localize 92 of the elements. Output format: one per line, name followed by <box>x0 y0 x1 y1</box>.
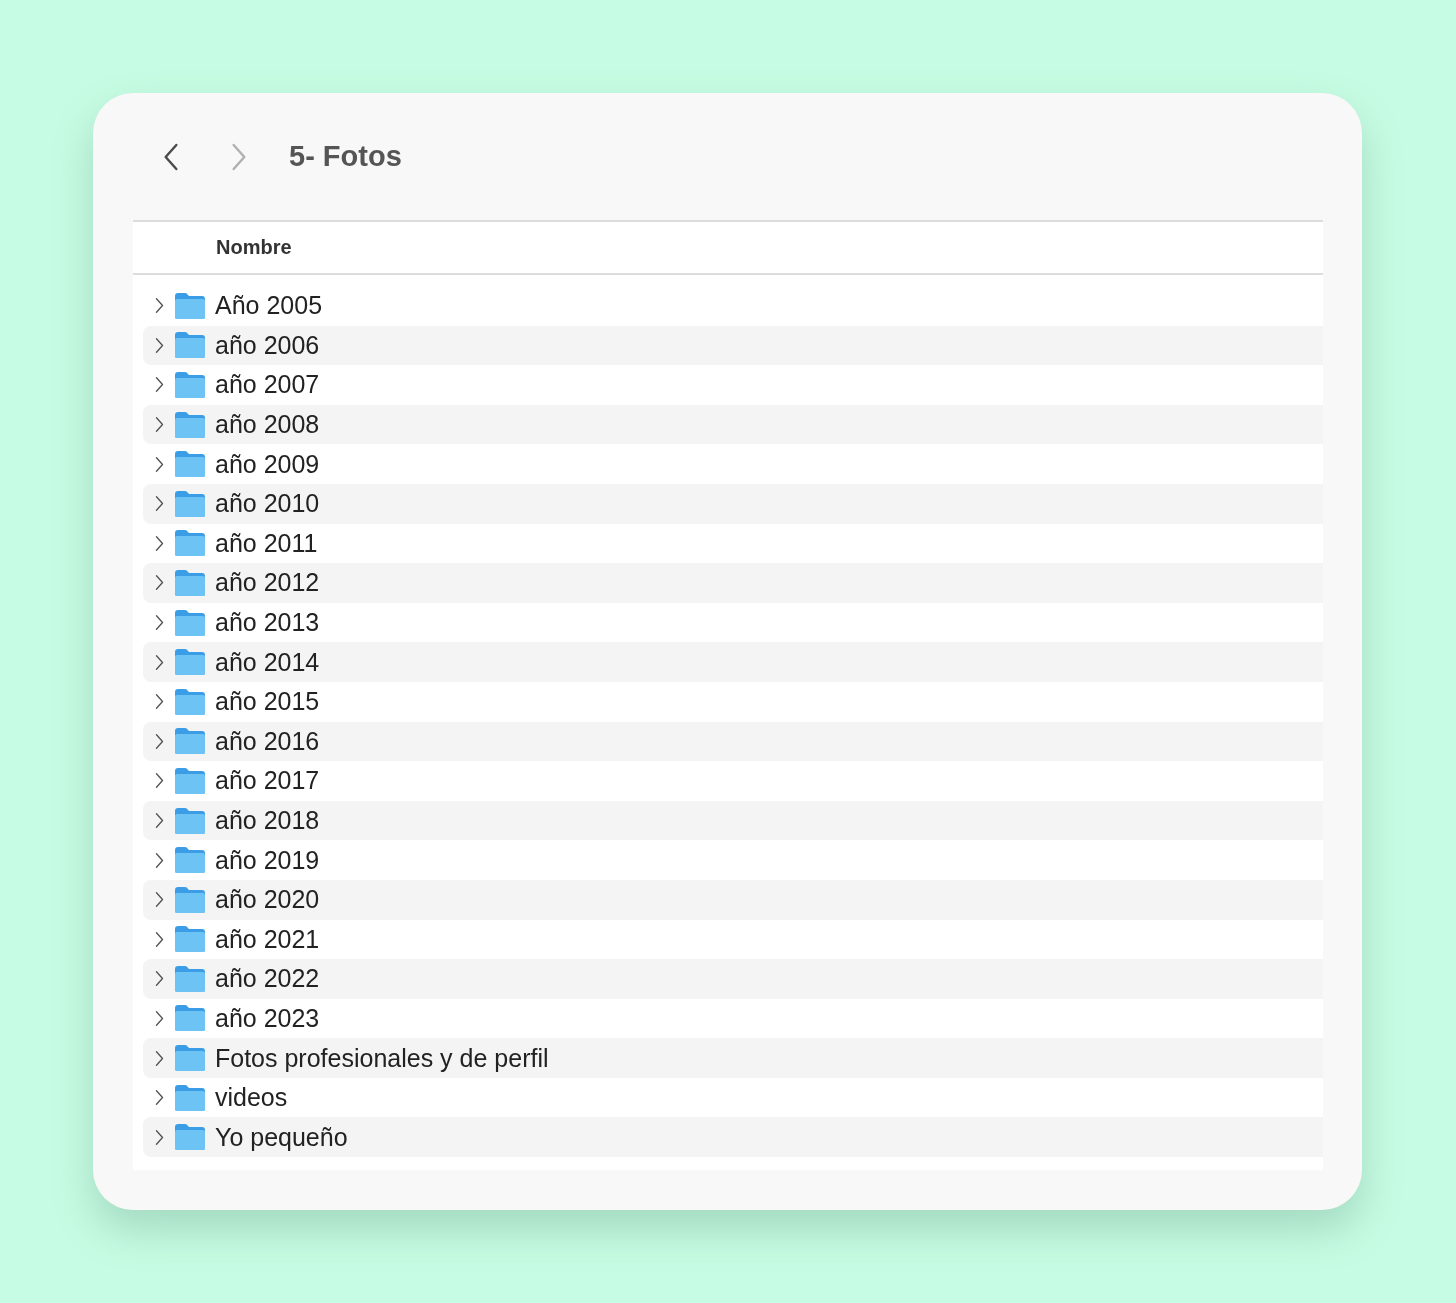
folder-icon <box>174 687 206 716</box>
folder-name: año 2006 <box>215 330 320 360</box>
folder-icon <box>174 964 206 993</box>
disclosure-chevron-icon[interactable] <box>155 971 164 987</box>
disclosure-chevron-icon[interactable] <box>155 377 164 393</box>
folder-icon <box>174 1123 206 1152</box>
folder-row[interactable]: año 2008 <box>143 404 1323 445</box>
folder-icon <box>174 727 206 756</box>
folder-name: año 2012 <box>215 568 320 598</box>
folder-icon <box>174 648 206 677</box>
folder-row[interactable]: año 2023 <box>143 998 1323 1039</box>
disclosure-chevron-icon[interactable] <box>155 575 164 591</box>
folder-row[interactable]: año 2013 <box>143 602 1323 643</box>
disclosure-chevron-icon[interactable] <box>155 456 164 472</box>
disclosure-chevron-icon[interactable] <box>155 1129 164 1145</box>
folder-row[interactable]: Fotos profesionales y de perfil <box>143 1038 1323 1078</box>
folder-name: Año 2005 <box>215 291 323 321</box>
folder-name: año 2008 <box>215 410 320 440</box>
folder-name: año 2018 <box>215 806 320 835</box>
folder-icon <box>174 489 206 518</box>
folder-icon <box>174 846 206 875</box>
folder-name: año 2019 <box>215 845 320 875</box>
folder-row[interactable]: año 2018 <box>143 800 1323 841</box>
disclosure-chevron-icon[interactable] <box>155 337 164 353</box>
disclosure-chevron-icon[interactable] <box>155 892 164 908</box>
folder-row[interactable]: año 2020 <box>143 879 1323 920</box>
folder-name: Fotos profesionales y de perfil <box>215 1043 549 1073</box>
folder-icon <box>174 291 206 320</box>
folder-icon <box>174 568 206 597</box>
folder-row[interactable]: año 2015 <box>143 681 1323 722</box>
folder-row[interactable]: año 2016 <box>143 721 1323 762</box>
disclosure-chevron-icon[interactable] <box>155 813 164 828</box>
disclosure-chevron-icon[interactable] <box>155 733 164 749</box>
folder-name: año 2010 <box>215 489 320 519</box>
disclosure-chevron-icon[interactable] <box>155 694 164 710</box>
disclosure-chevron-icon[interactable] <box>155 931 164 947</box>
folder-icon <box>174 1044 206 1073</box>
folder-row[interactable]: año 2014 <box>143 642 1323 682</box>
disclosure-chevron-icon[interactable] <box>155 1011 164 1026</box>
folder-icon <box>174 331 206 360</box>
folder-row[interactable]: año 2007 <box>143 365 1323 405</box>
disclosure-chevron-icon[interactable] <box>155 1050 164 1066</box>
folder-name: año 2015 <box>215 687 320 717</box>
folder-row[interactable]: videos <box>143 1077 1323 1118</box>
folder-icon <box>174 885 206 914</box>
disclosure-chevron-icon[interactable] <box>155 654 164 670</box>
folder-row[interactable]: año 2022 <box>143 959 1323 999</box>
folder-row[interactable]: año 2011 <box>143 523 1323 564</box>
folder-row[interactable]: año 2009 <box>143 444 1323 484</box>
folder-name: año 2009 <box>215 449 320 479</box>
folder-name: año 2013 <box>215 608 320 638</box>
folder-icon <box>174 529 206 558</box>
folder-icon <box>174 806 206 835</box>
disclosure-chevron-icon[interactable] <box>155 496 164 512</box>
folder-title: 5- Fotos <box>289 140 402 173</box>
folder-row[interactable]: año 2021 <box>143 919 1323 960</box>
folder-icon <box>174 371 206 399</box>
folder-name: videos <box>215 1083 288 1113</box>
disclosure-chevron-icon[interactable] <box>155 298 164 314</box>
folder-row[interactable]: Yo pequeño <box>143 1117 1323 1158</box>
folder-row[interactable]: año 2012 <box>143 563 1323 603</box>
folder-icon <box>174 1004 206 1033</box>
disclosure-chevron-icon[interactable] <box>155 852 164 868</box>
disclosure-chevron-icon[interactable] <box>155 417 164 433</box>
folder-name: año 2020 <box>215 885 320 915</box>
disclosure-chevron-icon[interactable] <box>155 535 164 551</box>
folder-name: año 2023 <box>215 1004 320 1033</box>
folder-icon <box>174 766 206 795</box>
folder-name: año 2007 <box>215 370 320 400</box>
folder-name: año 2011 <box>215 528 318 558</box>
folder-icon <box>174 608 206 637</box>
folder-row[interactable]: año 2017 <box>143 761 1323 801</box>
folder-row[interactable]: Año 2005 <box>143 286 1323 326</box>
folder-name: Yo pequeño <box>215 1122 348 1152</box>
folder-row[interactable]: año 2006 <box>143 325 1323 366</box>
disclosure-chevron-icon[interactable] <box>155 773 164 789</box>
chevron-left-icon <box>163 141 179 172</box>
folder-icon <box>174 1083 206 1112</box>
disclosure-chevron-icon[interactable] <box>155 615 164 631</box>
chevron-right-icon <box>231 141 247 172</box>
folder-icon <box>174 410 206 439</box>
disclosure-chevron-icon[interactable] <box>155 1090 164 1106</box>
folder-row[interactable]: año 2010 <box>143 483 1323 524</box>
folder-icon <box>174 450 206 479</box>
folder-name: año 2017 <box>215 766 320 796</box>
column-header[interactable]: Nombre <box>216 236 292 259</box>
folder-row[interactable]: año 2019 <box>143 840 1323 880</box>
folder-name: año 2014 <box>215 647 320 677</box>
folder-name: año 2021 <box>215 924 320 954</box>
folder-name: año 2022 <box>215 964 320 994</box>
folder-name: año 2016 <box>215 726 320 756</box>
folder-icon <box>174 925 206 954</box>
